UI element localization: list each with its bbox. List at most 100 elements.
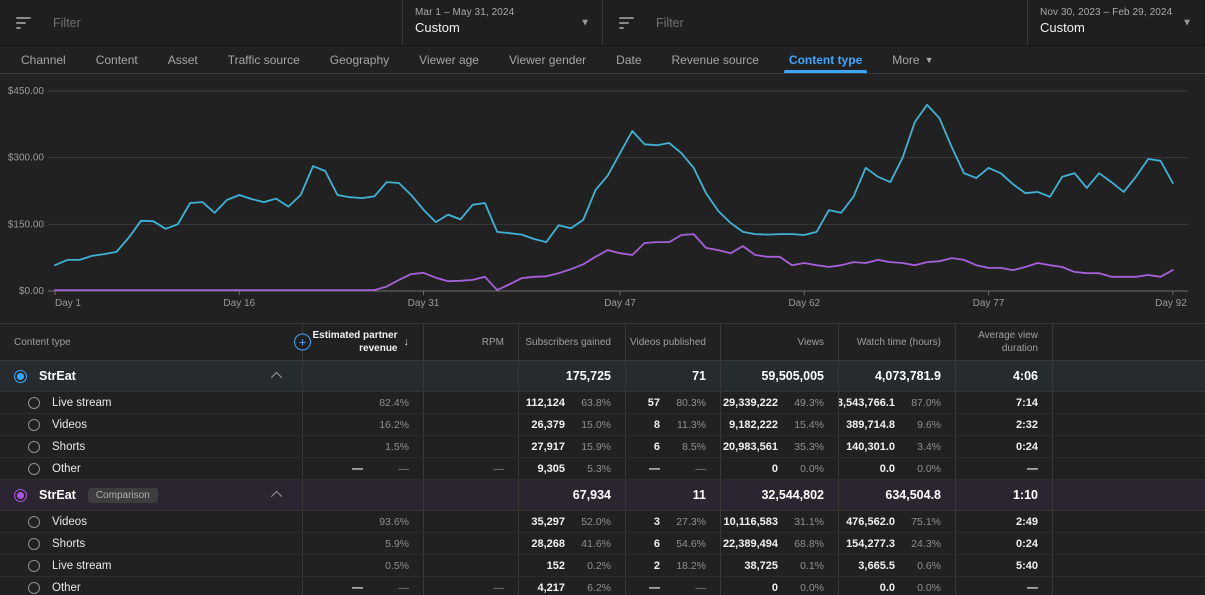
views-cell-pct: 68.8% [778,538,824,550]
y-tick-label: $450.00 [8,86,45,97]
radio-icon[interactable] [28,582,40,594]
column-header-videos-published[interactable]: Videos published [625,324,720,360]
tab-geography[interactable]: Geography [315,46,404,73]
watch-time-cell-value: 140,301.0 [843,441,895,453]
collapse-chevron-icon[interactable] [271,491,282,502]
column-header-rpm[interactable]: RPM [423,324,518,360]
tab-asset[interactable]: Asset [153,46,213,73]
views-cell-pct: 15.4% [778,419,824,431]
subscribers-cell-pct: 6.2% [565,582,611,594]
watch-time-cell: 0.00.0% [838,458,955,479]
selected-radio-icon[interactable] [14,370,27,383]
row-empty-cell [1052,392,1205,413]
sort-descending-icon: ↓ [404,335,410,349]
content-type-row-shorts[interactable]: Shorts1.5%27,91715.9%68.5%20,983,56135.3… [0,436,1205,458]
column-header-views[interactable]: Views [720,324,838,360]
avg-duration-value: 7:14 [960,397,1038,409]
group-rpm-cell [423,480,518,510]
videos-published-cell-pct: 54.6% [660,538,706,550]
group-row-streat-comparison[interactable]: StrEatComparison67,9341132,544,802634,50… [0,480,1205,511]
group-subscribers-cell: 67,934 [518,480,625,510]
tab-revenue-source[interactable]: Revenue source [657,46,774,73]
revenue-cell: —— [302,577,423,595]
group-watch-time-cell: 634,504.8 [838,480,955,510]
tab-traffic-source[interactable]: Traffic source [213,46,315,73]
subscribers-cell-pct: 15.0% [565,419,611,431]
primary-date-mode: Custom [415,20,572,35]
revenue-cell: —— [302,458,423,479]
group-row-streat[interactable]: StrEat175,7257159,505,0054,073,781.94:06 [0,361,1205,392]
column-header-content-type[interactable]: Content type [0,324,302,360]
primary-date-picker[interactable]: Mar 1 – May 31, 2024 Custom ▼ [402,0,602,45]
group-videos-published-total: 71 [630,369,706,383]
subscribers-cell: 112,12463.8% [518,392,625,413]
tab-channel[interactable]: Channel [6,46,81,73]
tab-label: Viewer gender [509,53,586,67]
row-label: Other [52,582,81,594]
tab-viewer-gender[interactable]: Viewer gender [494,46,601,73]
group-watch-time-total: 634,504.8 [843,488,941,502]
watch-time-cell: 0.00.0% [838,577,955,595]
watch-time-cell-value: 476,562.0 [843,516,895,528]
radio-icon[interactable] [28,463,40,475]
column-header-empty [1052,324,1205,360]
group-videos-published-total: 11 [630,488,706,502]
column-header-average-view-duration[interactable]: Average view duration [955,324,1052,360]
top-filter-bar: Filter Mar 1 – May 31, 2024 Custom ▼ Fil… [0,0,1205,46]
radio-dot [17,492,24,499]
watch-time-cell-pct: 0.0% [895,463,941,475]
subscribers-cell-pct: 52.0% [565,516,611,528]
tab-content[interactable]: Content [81,46,153,73]
radio-dot [17,373,24,380]
views-cell: 00.0% [720,458,838,479]
content-type-row-live-stream[interactable]: Live stream0.5%1520.2%218.2%38,7250.1%3,… [0,555,1205,577]
tab-viewer-age[interactable]: Viewer age [404,46,494,73]
radio-icon[interactable] [28,419,40,431]
revenue-cell-value: — [307,582,363,594]
content-type-row-other[interactable]: Other———9,3055.3%——00.0%0.00.0%— [0,458,1205,480]
content-type-row-live-stream[interactable]: Live stream82.4%112,12463.8%5780.3%29,33… [0,392,1205,414]
column-header-subscribers-gained[interactable]: Subscribers gained [518,324,625,360]
tab-date[interactable]: Date [601,46,656,73]
tab-more[interactable]: More▼ [877,46,948,73]
videos-published-cell-pct: 27.3% [660,516,706,528]
table-header-row: Content typeEstimated partner revenue↓RP… [0,324,1205,361]
radio-icon[interactable] [28,560,40,572]
radio-icon[interactable] [28,441,40,453]
rpm-cell [423,436,518,457]
content-type-row-videos[interactable]: Videos93.6%35,29752.0%327.3%10,116,58331… [0,511,1205,533]
subscribers-cell: 27,91715.9% [518,436,625,457]
primary-filter-placeholder: Filter [53,16,81,30]
views-cell-value: 0 [725,582,778,594]
group-videos-published-cell: 71 [625,361,720,391]
comparison-date-picker[interactable]: Nov 30, 2023 – Feb 29, 2024 Custom ▼ [1027,0,1204,45]
content-type-row-videos[interactable]: Videos16.2%26,37915.0%811.3%9,182,22215.… [0,414,1205,436]
rpm-cell: — [423,458,518,479]
tab-label: Content type [789,53,862,67]
column-header-watch-time-hours-[interactable]: Watch time (hours) [838,324,955,360]
tab-label: Content [96,53,138,67]
content-type-row-other[interactable]: Other———4,2176.2%——00.0%0.00.0%— [0,577,1205,595]
selected-radio-icon[interactable] [14,489,27,502]
revenue-line-chart[interactable]: $0.00$150.00$300.00$450.00Day 1Day 16Day… [0,74,1205,319]
add-metric-button[interactable]: + [294,334,311,351]
x-tick-label: Day 47 [604,298,636,309]
tab-content-type[interactable]: Content type [774,46,877,73]
group-empty-cell [1052,361,1205,391]
views-cell-value: 22,389,494 [723,538,778,550]
comparison-filter-input[interactable]: Filter [603,0,1027,45]
radio-icon[interactable] [28,516,40,528]
collapse-chevron-icon[interactable] [271,372,282,383]
watch-time-cell-pct: 75.1% [895,516,941,528]
content-type-row-shorts[interactable]: Shorts5.9%28,26841.6%654.6%22,389,49468.… [0,533,1205,555]
radio-icon[interactable] [28,397,40,409]
videos-published-cell: 327.3% [625,511,720,532]
column-header-estimated-partner-revenue[interactable]: Estimated partner revenue↓ [302,324,423,360]
radio-icon[interactable] [28,538,40,550]
videos-published-cell-value: — [630,463,660,475]
primary-filter-input[interactable]: Filter [0,0,402,45]
watch-time-cell: 3,543,766.187.0% [838,392,955,413]
group-subscribers-total: 175,725 [523,369,611,383]
y-tick-label: $0.00 [19,286,44,297]
column-header-label: Subscribers gained [525,336,611,349]
